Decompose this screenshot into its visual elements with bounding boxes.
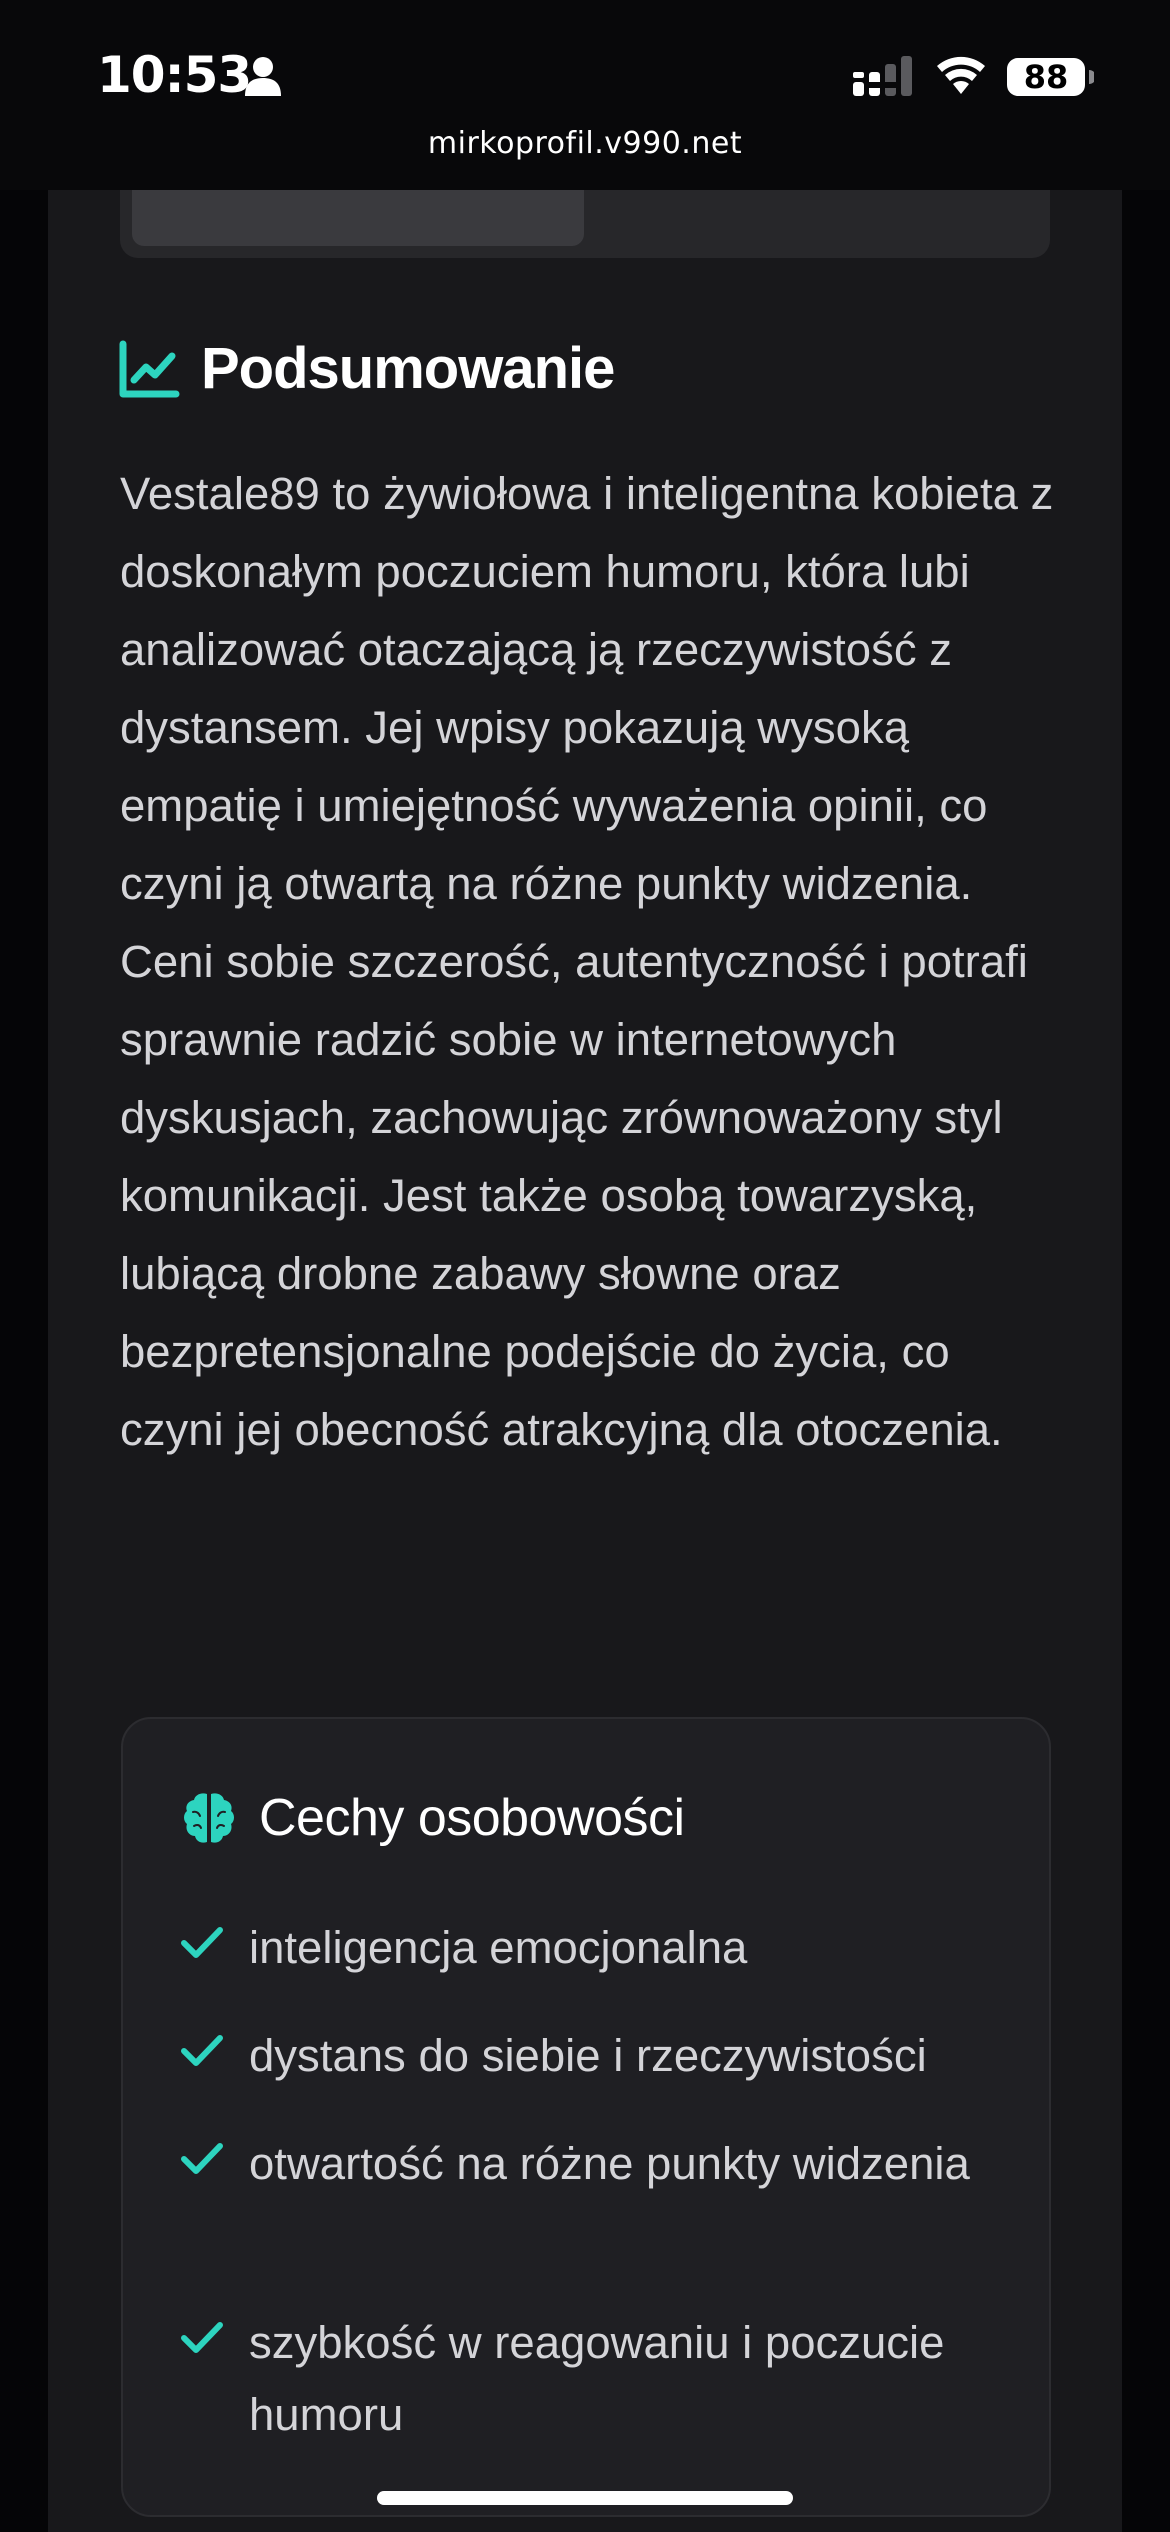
status-time: 10:53 — [97, 46, 252, 104]
trait-text: dystans do siebie i rzeczywistości — [249, 2030, 927, 2081]
check-icon — [181, 2322, 223, 2353]
trait-text: inteligencja emocjonalna — [249, 1922, 748, 1973]
summary-text: Vestale89 to żywiołowa i inteligentna ko… — [120, 468, 1054, 1455]
check-icon — [181, 1927, 223, 1958]
check-icon — [181, 2143, 223, 2174]
wifi-icon — [937, 56, 985, 94]
check-icon — [181, 2035, 223, 2066]
traits-title: Cechy osobowości — [259, 1789, 685, 1847]
status-bar: 10:53 88 mirkoprofil.v990.net — [0, 0, 1170, 190]
brain-icon — [184, 1793, 234, 1843]
chart-line-icon — [119, 340, 180, 398]
signal-icon — [853, 56, 912, 96]
screen: 10:53 88 mirkoprofil.v990.net Podsumowan… — [0, 0, 1170, 2532]
battery-level: 88 — [1023, 58, 1069, 96]
trait-text: otwartość na różne punkty widzenia — [249, 2138, 970, 2189]
summary-title: Podsumowanie — [201, 336, 615, 401]
person-icon — [245, 57, 281, 96]
home-indicator[interactable] — [377, 2491, 793, 2505]
trait-text: szybkość w reagowaniu i poczucie humoru — [249, 2317, 945, 2440]
url-bar[interactable]: mirkoprofil.v990.net — [0, 126, 1170, 161]
